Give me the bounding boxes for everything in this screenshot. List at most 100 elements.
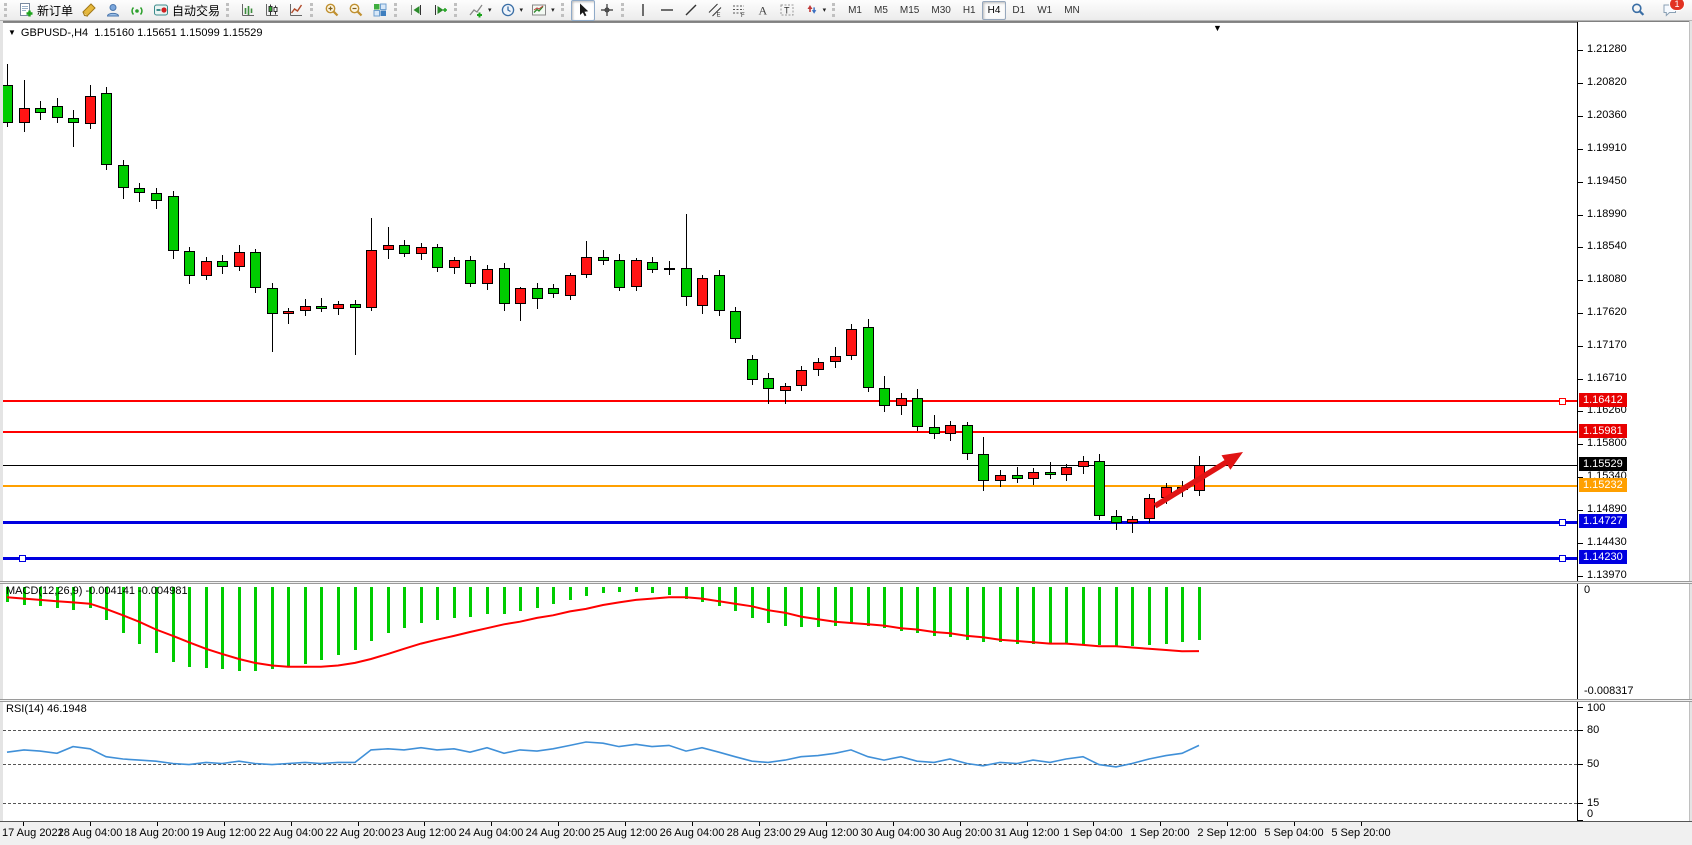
new-order-button[interactable]: 新订单: [14, 0, 77, 21]
timeframe-button-m5[interactable]: M5: [868, 1, 894, 20]
indicators-button[interactable]: ▾: [464, 0, 496, 21]
macd-histogram-bar: [486, 587, 489, 614]
timeframe-button-h4[interactable]: H4: [982, 1, 1007, 20]
horizontal-line-1.16412[interactable]: [3, 400, 1577, 402]
trendline-button[interactable]: [679, 0, 703, 21]
fibonacci-button[interactable]: F: [727, 0, 751, 21]
timeframe-button-mn[interactable]: MN: [1058, 1, 1086, 20]
macd-histogram-bar: [172, 587, 175, 662]
price-tick-label: 1.18080: [1587, 273, 1627, 285]
rsi-scale[interactable]: 1008050150: [1578, 702, 1689, 821]
price-line-badge: 1.15981: [1579, 424, 1627, 438]
horizontal-line-1.15981[interactable]: [3, 431, 1577, 433]
price-scale[interactable]: 1.212801.208201.203601.199101.194501.189…: [1578, 22, 1689, 581]
timeframe-button-w1[interactable]: W1: [1031, 1, 1058, 20]
autotrading-button[interactable]: 自动交易: [149, 0, 224, 21]
time-axis-label: 5 Sep 04:00: [1264, 827, 1323, 839]
chevron-down-icon[interactable]: ▾: [551, 6, 555, 14]
price-tick-label: 1.18990: [1587, 208, 1627, 220]
text-label-button[interactable]: T: [775, 0, 799, 21]
line-chart-button[interactable]: [284, 0, 308, 21]
macd-histogram-bar: [354, 587, 357, 650]
one-click-trading-toggle[interactable]: ▼: [8, 28, 16, 37]
candle-body: [1144, 498, 1155, 519]
equidistant-channel-button[interactable]: E: [703, 0, 727, 21]
candle-body: [681, 268, 692, 297]
text-button[interactable]: A: [751, 0, 775, 21]
line-handle[interactable]: [19, 555, 26, 562]
notifications-button[interactable]: 1: [1658, 0, 1682, 21]
candle-body: [763, 378, 774, 389]
chevron-down-icon[interactable]: ▾: [823, 6, 827, 14]
macd-histogram-bar: [387, 587, 390, 633]
rsi-pane[interactable]: RSI(14) 46.1948: [3, 702, 1577, 821]
metaeditor-button[interactable]: [77, 0, 101, 21]
autotrading-icon: [153, 2, 169, 18]
arrows-button[interactable]: ▾: [799, 0, 831, 21]
price-tick-mark: [1578, 182, 1583, 183]
rsi-level-line-50: [3, 764, 1577, 765]
time-tick-mark: [23, 822, 24, 826]
zoom-out-button[interactable]: [344, 0, 368, 21]
macd-histogram-bar: [320, 587, 323, 660]
macd-histogram-bar: [883, 587, 886, 628]
candle-body: [482, 269, 493, 284]
macd-histogram-bar: [1131, 587, 1134, 646]
bar-chart-button[interactable]: [236, 0, 260, 21]
timeframe-button-m30[interactable]: M30: [925, 1, 956, 20]
macd-pane[interactable]: MACD(12,26,9) -0.004141 -0.004981: [3, 584, 1577, 699]
chevron-down-icon[interactable]: ▾: [520, 6, 524, 14]
candlestick-button[interactable]: [260, 0, 284, 21]
price-chart-pane[interactable]: ▼GBPUSD-,H4 1.15160 1.15651 1.15099 1.15…: [3, 22, 1577, 582]
candle-body: [515, 288, 526, 304]
timeframe-button-h1[interactable]: H1: [957, 1, 982, 20]
timeframe-button-m1[interactable]: M1: [842, 1, 868, 20]
line-handle[interactable]: [1559, 398, 1566, 405]
candle-body: [201, 261, 212, 276]
toolbar-group-objects: E FAT ▾: [631, 0, 831, 20]
horizontal-line-1.15232[interactable]: [3, 485, 1577, 487]
time-tick-mark: [1160, 822, 1161, 826]
timeframe-button-m15[interactable]: M15: [894, 1, 925, 20]
candle-body: [168, 196, 179, 251]
time-axis[interactable]: 17 Aug 202218 Aug 04:0018 Aug 20:0019 Au…: [0, 821, 1692, 845]
zoom-out-icon: [348, 2, 364, 18]
templates-button[interactable]: ▾: [527, 0, 559, 21]
line-handle[interactable]: [1559, 519, 1566, 526]
zoom-in-button[interactable]: [320, 0, 344, 21]
toolbar-grip: [561, 3, 567, 17]
toolbar-right: 1: [1626, 0, 1690, 21]
macd-scale[interactable]: 0-0.008317: [1578, 584, 1689, 699]
cursor-button[interactable]: [571, 0, 595, 21]
rsi-scale-label: 0: [1587, 808, 1593, 820]
search-button[interactable]: [1626, 0, 1650, 21]
vertical-line-button[interactable]: [631, 0, 655, 21]
horizontal-line-1.15529[interactable]: [3, 465, 1577, 466]
timeframe-button-d1[interactable]: D1: [1006, 1, 1031, 20]
svg-text:E: E: [716, 13, 720, 19]
horizontal-line-1.14727[interactable]: [3, 521, 1577, 524]
line-handle[interactable]: [1559, 555, 1566, 562]
candle-body: [35, 108, 46, 113]
macd-histogram-bar: [536, 587, 539, 608]
horizontal-line-button[interactable]: [655, 0, 679, 21]
pane-separator-macd[interactable]: [0, 581, 1692, 584]
tile-windows-button[interactable]: [368, 0, 392, 21]
rsi-scale-label: 50: [1587, 758, 1599, 770]
pane-separator-rsi[interactable]: [0, 699, 1692, 702]
periods-button[interactable]: ▾: [496, 0, 528, 21]
crosshair-icon: [599, 2, 615, 18]
signals-button[interactable]: [125, 0, 149, 21]
price-tick-mark: [1578, 379, 1583, 380]
candle-body: [1078, 461, 1089, 467]
auto-scroll-button[interactable]: [404, 0, 428, 21]
time-axis-label: 23 Aug 12:00: [392, 827, 457, 839]
chart-shift-button[interactable]: [428, 0, 452, 21]
horizontal-line-1.14230[interactable]: [3, 557, 1577, 560]
chevron-down-icon[interactable]: ▾: [488, 6, 492, 14]
crosshair-button[interactable]: [595, 0, 619, 21]
macd-indicator-label: MACD(12,26,9) -0.004141 -0.004981: [6, 585, 188, 597]
candle-body: [300, 306, 311, 311]
community-button[interactable]: [101, 0, 125, 21]
candle-body: [499, 268, 510, 304]
